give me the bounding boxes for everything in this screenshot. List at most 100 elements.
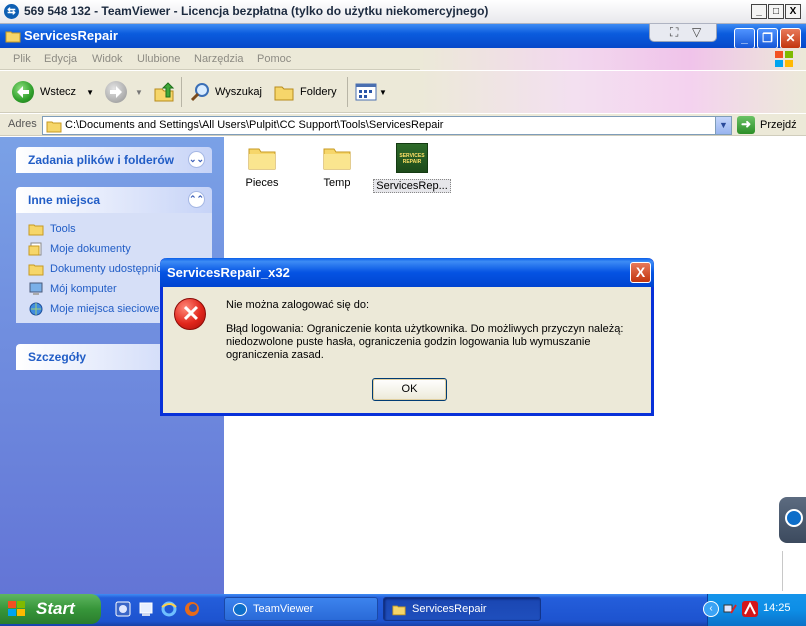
dialog-titlebar: ServicesRepair_x32 X xyxy=(160,258,654,287)
teamviewer-panel-edge xyxy=(782,551,806,591)
network-tray-icon[interactable] xyxy=(722,601,738,617)
shared-folder-icon xyxy=(28,264,44,276)
scale-icon: ⛶ xyxy=(670,25,679,39)
file-item-selected[interactable]: SERVICES REPAIR ServicesRep... xyxy=(372,143,452,193)
start-label: Start xyxy=(36,599,75,618)
explorer-close-button[interactable]: ✕ xyxy=(780,28,801,49)
clock: 14:25 xyxy=(763,602,791,614)
back-dropdown-icon[interactable]: ▼ xyxy=(86,88,94,97)
folders-label: Foldery xyxy=(300,86,337,98)
dialog-body: ✕ Nie można zalogować się do: Błąd logow… xyxy=(163,287,651,413)
error-dialog: ServicesRepair_x32 X ✕ Nie można zalogow… xyxy=(160,258,654,416)
services-repair-app-icon: SERVICES REPAIR xyxy=(396,143,428,173)
folder-icon xyxy=(392,605,406,615)
place-tools[interactable]: Tools xyxy=(28,222,76,236)
menu-view[interactable]: Widok xyxy=(92,53,123,65)
search-button[interactable]: Wyszukaj xyxy=(189,80,262,104)
dialog-close-button[interactable]: X xyxy=(630,262,651,283)
search-label: Wyszukaj xyxy=(215,86,262,98)
windows-logo-icon xyxy=(775,51,793,67)
firefox-icon[interactable] xyxy=(184,601,200,617)
taskbar: Start TeamViewer ServicesRepair ‹ 14:25 xyxy=(0,594,806,626)
forward-button[interactable]: ▼ xyxy=(105,80,143,104)
up-folder-button[interactable] xyxy=(153,80,175,104)
menu-favorites[interactable]: Ulubione xyxy=(137,53,180,65)
explorer-title: ServicesRepair xyxy=(24,28,118,43)
menu-tools[interactable]: Narzędzia xyxy=(194,53,244,65)
place-my-computer[interactable]: Mój komputer xyxy=(28,282,117,296)
documents-icon xyxy=(28,242,42,256)
collapse-chevron-icon[interactable]: ⌃⌃ xyxy=(188,191,205,208)
tasks-title: Zadania plików i folderów xyxy=(28,153,175,167)
folder-icon xyxy=(5,31,21,43)
address-label: Adres xyxy=(8,118,37,130)
search-icon xyxy=(190,83,209,102)
system-tray: ‹ 14:25 xyxy=(703,594,806,626)
render-artifact xyxy=(420,48,806,70)
expand-chevron-icon[interactable]: ⌄⌄ xyxy=(188,151,205,168)
file-item[interactable]: Pieces xyxy=(222,143,302,189)
teamviewer-icon xyxy=(785,509,803,527)
folder-icon xyxy=(323,148,351,170)
file-item[interactable]: Temp xyxy=(297,143,377,189)
error-icon: ✕ xyxy=(174,298,206,330)
toolbar: Wstecz ▼ ▼ Wyszukaj Foldery ▼ xyxy=(0,71,806,113)
address-input[interactable]: C:\Documents and Settings\All Users\Pulp… xyxy=(42,116,732,135)
quicklaunch-app-icon[interactable] xyxy=(115,601,131,617)
views-icon xyxy=(355,83,377,101)
network-icon xyxy=(29,302,43,316)
details-title: Szczegóły xyxy=(28,350,87,364)
folder-icon xyxy=(248,148,276,170)
toolbar-separator xyxy=(347,77,348,107)
places-header[interactable]: Inne miejsca ⌃⌃ xyxy=(16,187,212,213)
windows-flag-icon xyxy=(8,601,25,616)
teamviewer-maximize-button[interactable]: □ xyxy=(768,4,784,19)
tasks-header[interactable]: Zadania plików i folderów ⌄⌄ xyxy=(16,147,212,173)
folders-icon xyxy=(274,86,294,101)
forward-dropdown-icon[interactable]: ▼ xyxy=(135,88,143,97)
folder-icon xyxy=(28,224,44,236)
toolbar-separator xyxy=(181,77,182,107)
teamviewer-panel-tab[interactable] xyxy=(779,497,806,543)
teamviewer-title: 569 548 132 - TeamViewer - Licencja bezp… xyxy=(24,4,489,18)
quicklaunch-show-desktop-icon[interactable] xyxy=(138,601,154,617)
address-bar: Adres C:\Documents and Settings\All User… xyxy=(0,114,806,136)
back-button[interactable]: Wstecz ▼ xyxy=(12,80,94,104)
teamviewer-icon xyxy=(233,602,247,616)
teamviewer-remote-tab[interactable]: ⛶ ▽ xyxy=(649,24,717,42)
address-dropdown-button[interactable]: ▼ xyxy=(715,117,731,134)
up-folder-icon xyxy=(154,82,175,102)
explorer-minimize-button[interactable]: _ xyxy=(734,28,755,49)
explorer-restore-button[interactable]: ❐ xyxy=(757,28,778,49)
teamviewer-close-button[interactable]: X xyxy=(785,4,801,19)
ok-button[interactable]: OK xyxy=(372,378,447,401)
taskbar-item-teamviewer[interactable]: TeamViewer xyxy=(224,597,378,621)
back-arrow-icon xyxy=(12,81,34,103)
place-network[interactable]: Moje miejsca sieciowe xyxy=(28,302,159,316)
folders-button[interactable]: Foldery xyxy=(273,80,337,104)
tray-expand-icon[interactable]: ‹ xyxy=(703,601,719,617)
taskbar-item-servicesrepair[interactable]: ServicesRepair xyxy=(383,597,541,621)
go-arrow-icon: ➜ xyxy=(737,116,755,134)
dialog-message-line1: Nie można zalogować się do: xyxy=(226,299,370,311)
teamviewer-titlebar: ⇆ 569 548 132 - TeamViewer - Licencja be… xyxy=(0,0,806,24)
menu-help[interactable]: Pomoc xyxy=(257,53,291,65)
menu-edit[interactable]: Edycja xyxy=(44,53,77,65)
address-path: C:\Documents and Settings\All Users\Pulp… xyxy=(65,119,444,131)
menu-bar: Plik Edycja Widok Ulubione Narzędzia Pom… xyxy=(0,48,806,70)
menu-file[interactable]: Plik xyxy=(13,53,31,65)
render-artifact xyxy=(420,71,806,113)
internet-explorer-icon[interactable] xyxy=(161,601,177,617)
teamviewer-minimize-button[interactable]: _ xyxy=(751,4,767,19)
place-my-documents[interactable]: Moje dokumenty xyxy=(28,242,131,256)
start-button[interactable]: Start xyxy=(0,594,101,624)
teamviewer-logo-icon: ⇆ xyxy=(4,4,19,19)
views-button[interactable]: ▼ xyxy=(355,80,387,104)
dialog-title: ServicesRepair_x32 xyxy=(167,265,290,280)
antivirus-tray-icon[interactable] xyxy=(742,601,758,617)
forward-arrow-icon xyxy=(105,81,127,103)
place-shared-documents[interactable]: Dokumenty udostępnione xyxy=(28,262,175,276)
places-title: Inne miejsca xyxy=(28,193,101,207)
go-label: Przejdź xyxy=(760,119,797,131)
go-button[interactable]: ➜ Przejdź xyxy=(737,116,797,134)
